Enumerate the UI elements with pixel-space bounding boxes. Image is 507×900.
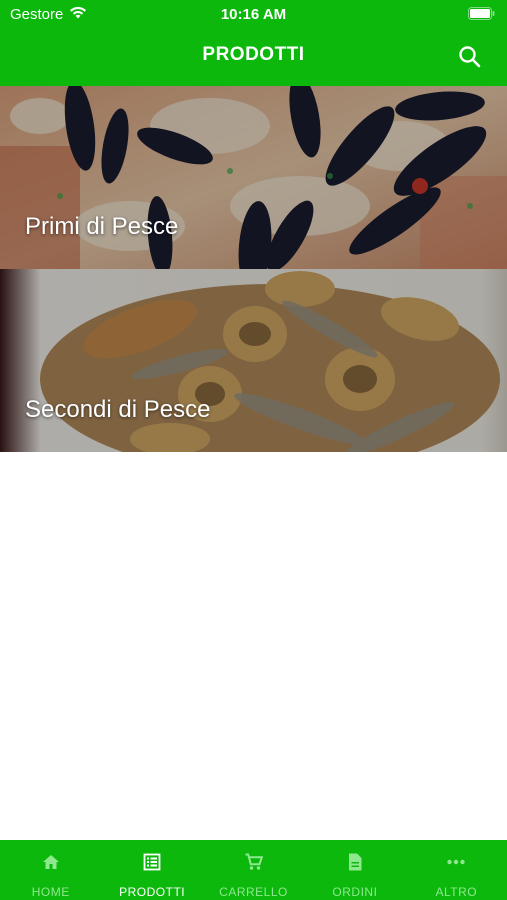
document-icon <box>345 852 365 877</box>
tab-home[interactable]: HOME <box>0 840 101 900</box>
category-label: Secondi di Pesce <box>25 396 211 423</box>
category-tile-secondi[interactable]: Secondi di Pesce <box>0 269 507 452</box>
category-tile-primi[interactable]: Primi di Pesce <box>0 86 507 269</box>
home-icon <box>41 852 61 877</box>
tab-ordini[interactable]: ORDINI <box>304 840 405 900</box>
category-label: Primi di Pesce <box>25 213 179 240</box>
tab-label: HOME <box>31 885 70 899</box>
more-icon <box>446 852 466 877</box>
page-title: PRODOTTI <box>202 44 305 65</box>
tab-label: CARRELLO <box>219 885 288 899</box>
tab-label: PRODOTTI <box>119 885 186 899</box>
tab-prodotti[interactable]: PRODOTTI <box>101 840 202 900</box>
top-bar: Gestore 10:16 AM PRODOTTI <box>0 0 507 86</box>
nav-bar: PRODOTTI <box>0 28 507 86</box>
tab-carrello[interactable]: CARRELLO <box>203 840 304 900</box>
tab-bar: HOME PRODOTTI CARRELLO ORDINI ALTRO <box>0 840 507 900</box>
status-time: 10:16 AM <box>220 6 287 23</box>
battery-icon <box>468 7 495 24</box>
list-icon <box>142 852 162 877</box>
cart-icon <box>244 852 264 877</box>
tile-overlay <box>0 269 507 452</box>
tile-overlay <box>0 86 507 269</box>
tab-altro[interactable]: ALTRO <box>406 840 507 900</box>
tab-label: ALTRO <box>435 885 478 899</box>
search-icon[interactable] <box>457 44 483 70</box>
tab-label: ORDINI <box>332 885 378 899</box>
status-bar: Gestore 10:16 AM <box>0 0 507 28</box>
